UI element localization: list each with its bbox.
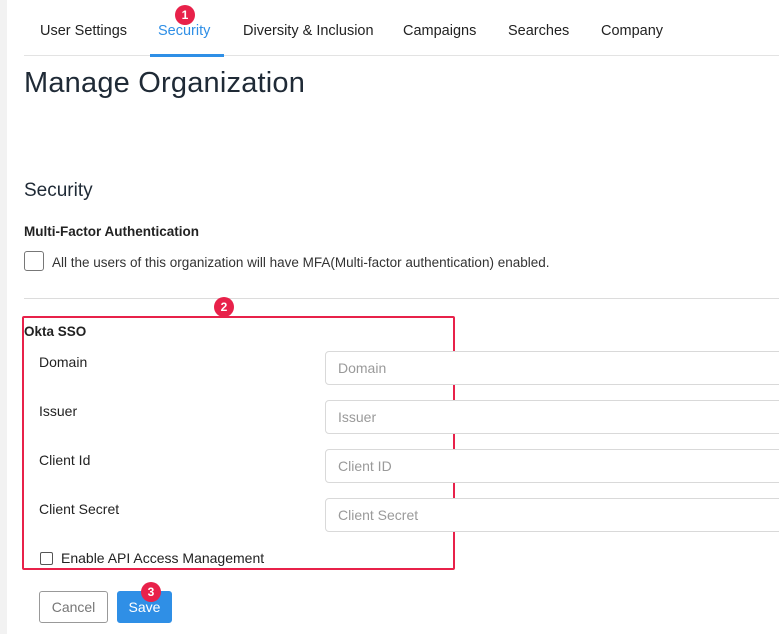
- security-section-title: Security: [24, 180, 93, 201]
- api-access-checkbox[interactable]: [40, 552, 53, 565]
- annotation-badge-3: 3: [141, 582, 161, 602]
- client-id-label: Client Id: [39, 452, 91, 468]
- domain-input[interactable]: [325, 351, 779, 385]
- issuer-label: Issuer: [39, 403, 78, 419]
- domain-label: Domain: [39, 354, 88, 370]
- page-title: Manage Organization: [24, 67, 306, 99]
- left-panel-edge: [0, 0, 7, 634]
- annotation-badge-1: 1: [175, 5, 195, 25]
- tab-company[interactable]: Company: [601, 0, 663, 56]
- client-secret-input[interactable]: [325, 498, 779, 532]
- tab-diversity-inclusion[interactable]: Diversity & Inclusion: [243, 0, 374, 56]
- client-secret-label: Client Secret: [39, 501, 120, 517]
- client-id-input[interactable]: [325, 449, 779, 483]
- issuer-input[interactable]: [325, 400, 779, 434]
- tab-searches[interactable]: Searches: [508, 0, 569, 56]
- mfa-title: Multi-Factor Authentication: [24, 224, 199, 239]
- api-access-label: Enable API Access Management: [61, 550, 265, 566]
- section-divider: [24, 298, 779, 299]
- annotation-badge-2: 2: [214, 297, 234, 317]
- mfa-checkbox-label: All the users of this organization will …: [52, 255, 550, 270]
- mfa-checkbox[interactable]: [24, 251, 44, 271]
- okta-sso-title: Okta SSO: [24, 324, 87, 339]
- cancel-button[interactable]: Cancel: [39, 591, 108, 623]
- tab-user-settings[interactable]: User Settings: [40, 0, 127, 56]
- tab-campaigns[interactable]: Campaigns: [403, 0, 476, 56]
- settings-tabs: User Settings Security Diversity & Inclu…: [24, 0, 779, 57]
